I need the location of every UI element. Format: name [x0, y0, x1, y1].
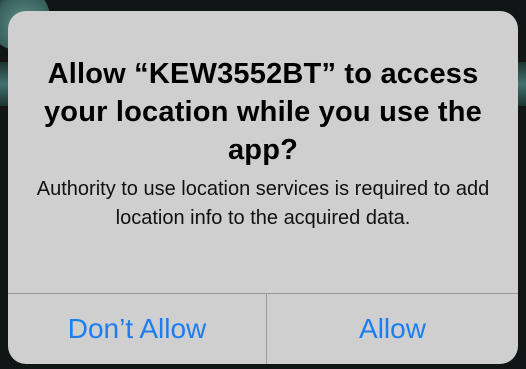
allow-button[interactable]: Allow: [267, 294, 518, 364]
alert-message: Authority to use location services is re…: [36, 178, 490, 229]
alert-content: Allow “KEW3552BT” to access your locatio…: [8, 11, 518, 293]
dont-allow-button[interactable]: Don’t Allow: [8, 294, 266, 364]
alert-title: Allow “KEW3552BT” to access your locatio…: [43, 58, 483, 166]
location-permission-alert: Allow “KEW3552BT” to access your locatio…: [8, 11, 518, 364]
